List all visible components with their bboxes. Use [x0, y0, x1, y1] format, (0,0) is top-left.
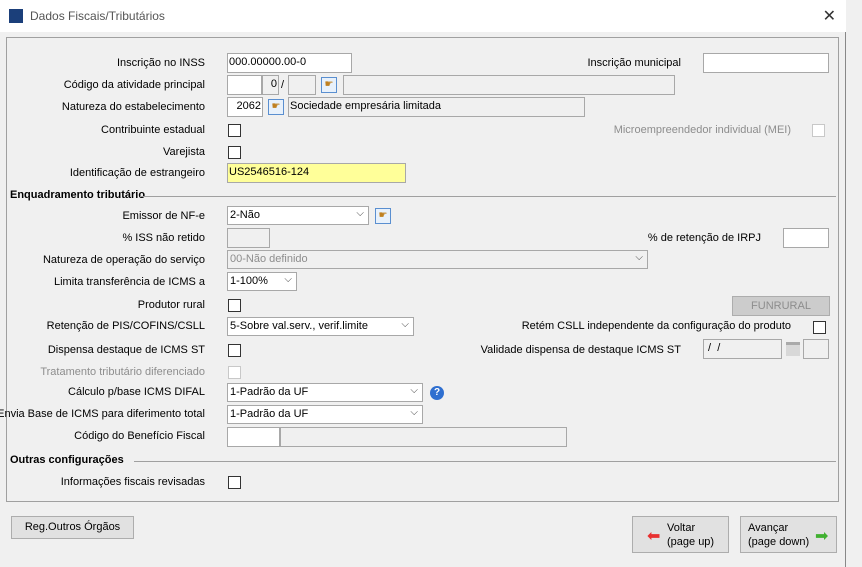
divider [140, 196, 836, 197]
inscricao-municipal-input[interactable] [703, 53, 829, 73]
envia-value: 1-Padrão da UF [230, 408, 309, 420]
envia-select[interactable]: 1-Padrão da UF ⌵ [227, 405, 423, 424]
lookup-hand-icon[interactable]: ☛ [375, 208, 391, 224]
contribuinte-checkbox[interactable] [228, 124, 241, 137]
section-outras: Outras configurações [10, 454, 124, 466]
estrangeiro-input[interactable]: US2546516-124 [227, 163, 406, 183]
reg-outros-orgaos-button[interactable]: Reg.Outros Órgãos [11, 516, 134, 539]
natureza-servico-value: 00-Não definido [230, 253, 308, 265]
dispensa-label: Dispensa destaque de ICMS ST [47, 344, 205, 356]
calendar-icon [786, 342, 800, 356]
section-enquadramento: Enquadramento tributário [10, 189, 146, 201]
retencao-label: Retenção de PIS/COFINS/CSLL [46, 320, 205, 332]
envia-label: Envia Base de ICMS para diferimento tota… [0, 408, 205, 420]
voltar-button[interactable]: ⬅ Voltar (page up) [632, 516, 729, 553]
limita-value: 1-100% [230, 275, 268, 287]
codigo-atividade-label: Código da atividade principal [63, 79, 205, 91]
chevron-down-icon: ⌵ [410, 407, 418, 418]
close-icon[interactable]: ✕ [823, 6, 836, 26]
mei-label: Microempreendedor individual (MEI) [613, 124, 791, 136]
tratamento-checkbox [228, 366, 241, 379]
chevron-down-icon: ⌵ [356, 208, 364, 219]
limita-select[interactable]: 1-100% ⌵ [227, 272, 297, 291]
app-icon [9, 9, 23, 23]
revisadas-checkbox[interactable] [228, 476, 241, 489]
funrural-button: FUNRURAL [732, 296, 830, 316]
validade-date-input: / / [703, 339, 782, 359]
contribuinte-label: Contribuinte estadual [101, 124, 205, 136]
lookup-hand-icon[interactable]: ☛ [321, 77, 337, 93]
limita-label: Limita transferência de ICMS a [53, 276, 205, 288]
emissor-value: 2-Não [230, 209, 260, 221]
iss-input [227, 228, 270, 248]
chevron-down-icon: ⌵ [401, 319, 409, 330]
arrow-left-icon: ⬅ [647, 528, 661, 545]
natureza-servico-select: 00-Não definido ⌵ [227, 250, 648, 269]
help-icon[interactable]: ? [430, 386, 444, 400]
title-bar: Dados Fiscais/Tributários ✕ [0, 0, 846, 32]
retem-csll-label: Retém CSLL independente da configuração … [521, 320, 791, 332]
codigo-atividade-digit: 0 [262, 75, 279, 95]
varejista-label: Varejista [163, 146, 205, 158]
emissor-label: Emissor de NF-e [122, 210, 205, 222]
codigo-atividade-desc [343, 75, 675, 95]
beneficio-label: Código do Benefício Fiscal [74, 430, 205, 442]
chevron-down-icon: ⌵ [284, 274, 292, 285]
calculo-label: Cálculo p/base ICMS DIFAL [68, 386, 205, 398]
emissor-select[interactable]: 2-Não ⌵ [227, 206, 369, 225]
natureza-desc: Sociedade empresária limitada [288, 97, 585, 117]
retencao-value: 5-Sobre val.serv., verif.limite [230, 320, 368, 332]
natureza-code-input[interactable]: 2062 [227, 97, 263, 117]
tratamento-label: Tratamento tributário diferenciado [40, 366, 205, 378]
mei-checkbox[interactable] [812, 124, 825, 137]
beneficio-desc [280, 427, 567, 447]
arrow-right-icon: ➡ [815, 528, 829, 545]
calculo-value: 1-Padrão da UF [230, 386, 309, 398]
dispensa-checkbox[interactable] [228, 344, 241, 357]
codigo-atividade-sub [288, 75, 316, 95]
retencao-select[interactable]: 5-Sobre val.serv., verif.limite ⌵ [227, 317, 414, 336]
codigo-atividade-input[interactable] [227, 75, 262, 95]
estrangeiro-label: Identificação de estrangeiro [69, 167, 205, 179]
revisadas-label: Informações fiscais revisadas [60, 476, 205, 488]
validade-label: Validade dispensa de destaque ICMS ST [480, 344, 681, 356]
chevron-down-icon: ⌵ [410, 385, 418, 396]
window-title: Dados Fiscais/Tributários [30, 9, 165, 23]
inscricao-municipal-label: Inscrição municipal [587, 57, 681, 69]
produtor-checkbox[interactable] [228, 299, 241, 312]
produtor-label: Produtor rural [137, 299, 205, 311]
natureza-servico-label: Natureza de operação do serviço [42, 254, 205, 266]
codigo-atividade-separator: / [281, 79, 285, 91]
inss-input[interactable]: 000.00000.00-0 [227, 53, 352, 73]
iss-label: % ISS não retido [122, 232, 205, 244]
voltar-label: Voltar [667, 522, 696, 534]
dialog-window: Dados Fiscais/Tributários ✕ Inscrição no… [0, 0, 846, 567]
natureza-label: Natureza do estabelecimento [61, 101, 205, 113]
irpj-label: % de retenção de IRPJ [647, 232, 761, 244]
beneficio-input[interactable] [227, 427, 280, 447]
calculo-select[interactable]: 1-Padrão da UF ⌵ [227, 383, 423, 402]
chevron-down-icon: ⌵ [635, 252, 643, 263]
avancar-button[interactable]: Avançar (page down) ➡ [740, 516, 837, 553]
retem-csll-checkbox[interactable] [813, 321, 826, 334]
avancar-label: Avançar [748, 522, 789, 534]
lookup-hand-icon[interactable]: ☛ [268, 99, 284, 115]
divider [134, 461, 836, 462]
inss-label: Inscrição no INSS [116, 57, 205, 69]
validade-extra [803, 339, 829, 359]
irpj-input[interactable] [783, 228, 829, 248]
avancar-sub: (page down) [748, 536, 810, 548]
varejista-checkbox[interactable] [228, 146, 241, 159]
voltar-sub: (page up) [667, 536, 715, 548]
